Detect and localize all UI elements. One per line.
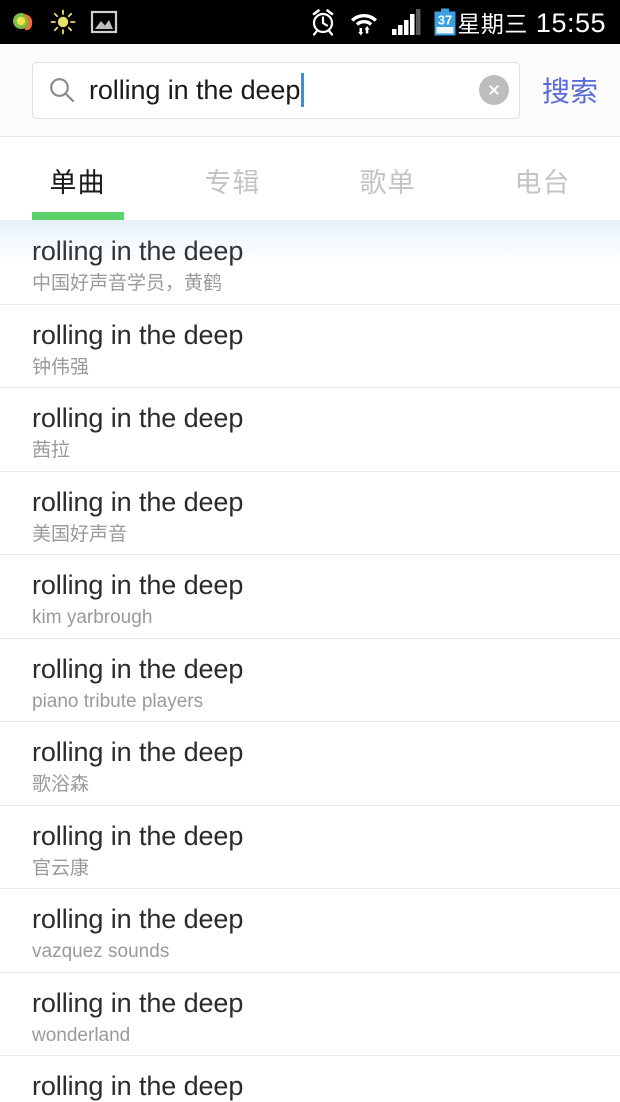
song-title: rolling in the deep <box>32 319 244 350</box>
app-screen: 37 星期三 15:55 rolling in the deep 搜索 单曲 专… <box>0 0 620 1102</box>
alarm-clock-icon <box>309 8 337 36</box>
search-input-value: rolling in the deep <box>89 74 301 105</box>
tab-playlists-label: 歌单 <box>359 168 416 198</box>
battery-icon: 37 <box>433 8 457 36</box>
list-item[interactable]: rolling in the deep 美国好声音 <box>0 471 620 555</box>
song-title: rolling in the deep <box>32 236 244 266</box>
search-icon <box>47 75 77 105</box>
tab-songs-label: 单曲 <box>49 168 106 198</box>
status-bar-system-icons: 37 <box>309 8 457 36</box>
tab-radio-label: 电台 <box>514 168 571 198</box>
wifi-icon <box>349 8 379 36</box>
phone-call-icon <box>10 9 36 35</box>
list-item[interactable]: rolling in the deep 茜拉 <box>0 388 620 472</box>
song-title: rolling in the deep <box>32 737 244 767</box>
song-title: rolling in the deep <box>32 987 244 1018</box>
list-item[interactable]: rolling in the deep 官云康 <box>0 805 620 889</box>
list-item[interactable]: rolling in the deep 中国好声音学员，黄鹤 <box>0 221 620 305</box>
status-bar-weekday: 星期三 <box>457 11 528 37</box>
list-item[interactable]: rolling in the deep vazquez sounds <box>0 889 620 973</box>
tab-albums[interactable]: 专辑 <box>155 137 310 220</box>
song-artist: vazquez sounds <box>32 941 170 962</box>
battery-level-text: 37 <box>438 13 452 28</box>
song-artist: 官云康 <box>32 857 90 879</box>
search-results-list[interactable]: rolling in the deep 中国好声音学员，黄鹤 rolling i… <box>0 221 620 1102</box>
status-bar: 37 星期三 15:55 <box>0 0 620 44</box>
tab-songs[interactable]: 单曲 <box>0 137 155 220</box>
search-input[interactable]: rolling in the deep <box>32 61 520 119</box>
song-title: rolling in the deep <box>32 570 244 600</box>
status-bar-notification-icons <box>10 9 118 35</box>
song-title: rolling in the deep <box>32 820 244 851</box>
list-item[interactable]: rolling in the deep 钟伟强 <box>0 304 620 388</box>
search-input-value-wrap[interactable]: rolling in the deep <box>89 73 471 107</box>
search-submit-button[interactable]: 搜索 <box>520 70 606 110</box>
list-item[interactable]: rolling in the deep kim yarbrough <box>0 555 620 639</box>
song-title: rolling in the deep <box>32 904 244 934</box>
tab-albums-label: 专辑 <box>204 168 261 198</box>
song-title: rolling in the deep <box>32 486 244 517</box>
tab-active-indicator <box>31 212 124 220</box>
search-bar: rolling in the deep 搜索 <box>0 44 620 137</box>
song-artist: 钟伟强 <box>32 356 90 378</box>
song-artist: 中国好声音学员，黄鹤 <box>32 273 223 294</box>
list-item[interactable]: rolling in the deep <box>0 1056 620 1102</box>
list-item[interactable]: rolling in the deep piano tribute player… <box>0 638 620 722</box>
tab-radio[interactable]: 电台 <box>465 137 620 220</box>
song-artist: kim yarbrough <box>32 607 153 628</box>
text-cursor <box>301 73 305 107</box>
tab-playlists[interactable]: 歌单 <box>310 137 465 220</box>
status-bar-datetime: 星期三 15:55 <box>457 5 606 39</box>
song-artist: 茜拉 <box>32 440 71 461</box>
song-title: rolling in the deep <box>32 403 244 433</box>
song-artist: 美国好声音 <box>32 523 128 545</box>
clear-circle-icon[interactable] <box>478 75 509 105</box>
search-result-tabs: 单曲 专辑 歌单 电台 <box>0 137 620 221</box>
brightness-icon <box>50 9 76 35</box>
status-bar-clock: 15:55 <box>535 8 606 38</box>
song-artist: piano tribute players <box>32 690 204 712</box>
song-artist: wonderland <box>32 1024 131 1046</box>
gallery-image-icon <box>90 9 118 35</box>
list-item[interactable]: rolling in the deep 歌浴森 <box>0 722 620 806</box>
signal-bars-icon <box>391 8 421 36</box>
song-artist: 歌浴森 <box>32 774 90 795</box>
list-item[interactable]: rolling in the deep wonderland <box>0 972 620 1056</box>
song-title: rolling in the deep <box>32 1071 244 1101</box>
song-title: rolling in the deep <box>32 653 244 684</box>
